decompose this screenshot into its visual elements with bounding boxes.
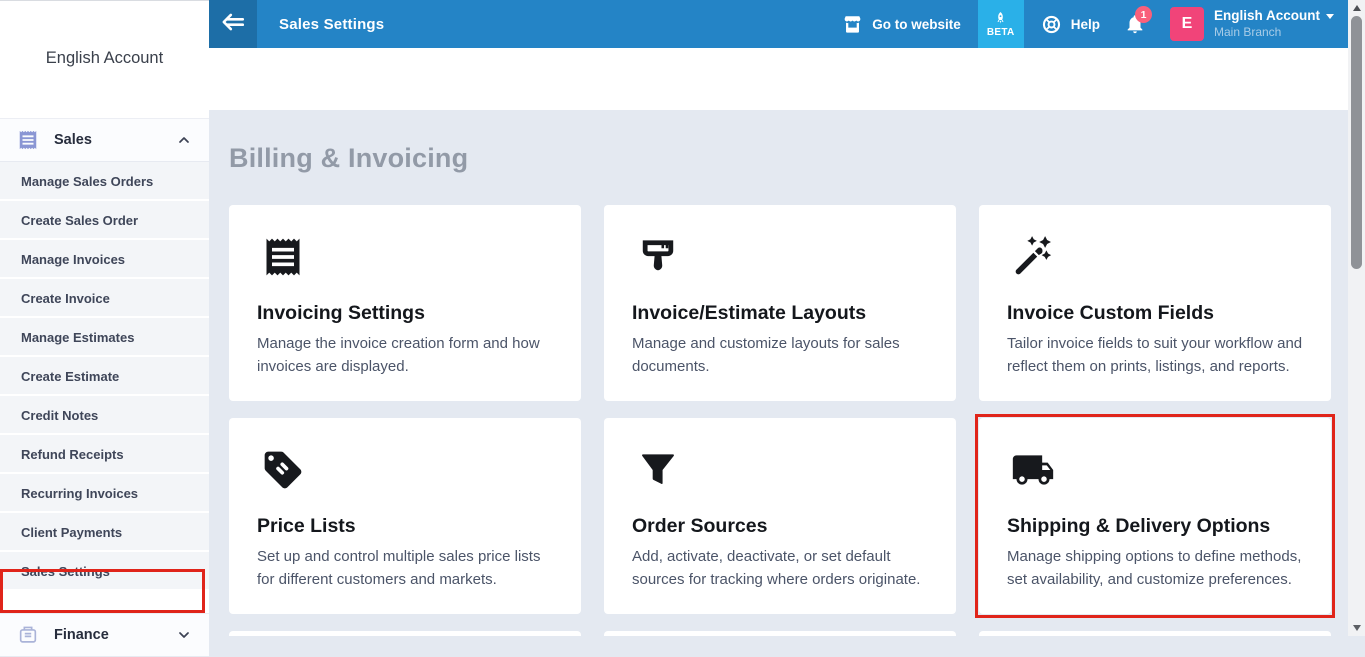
notification-badge: 1 <box>1135 6 1152 23</box>
card-title: Shipping & Delivery Options <box>1007 514 1303 538</box>
card-invoice-custom-fields[interactable]: Invoice Custom Fields Tailor invoice fie… <box>979 205 1331 401</box>
account-name: English Account <box>1214 8 1320 25</box>
scroll-up-button[interactable] <box>1348 0 1365 15</box>
card-invoicing-settings[interactable]: Invoicing Settings Manage the invoice cr… <box>229 205 581 401</box>
lifebuoy-icon <box>1041 14 1062 35</box>
branch-name: Main Branch <box>1214 25 1334 40</box>
card-description: Add, activate, deactivate, or set defaul… <box>632 546 928 591</box>
paint-brush-icon <box>636 235 680 279</box>
card-description: Tailor invoice fields to suit your workf… <box>1007 333 1303 378</box>
sidebar-item-client-payments[interactable]: Client Payments <box>0 513 209 552</box>
sidebar-item-create-invoice[interactable]: Create Invoice <box>0 279 209 318</box>
card-description: Manage and customize layouts for sales d… <box>632 333 928 378</box>
sidebar-section-sales[interactable]: Sales <box>0 118 209 162</box>
sidebar-item-manage-invoices[interactable]: Manage Invoices <box>0 240 209 279</box>
storefront-icon <box>842 14 863 35</box>
chevron-up-icon <box>176 132 192 148</box>
help-label: Help <box>1071 17 1100 32</box>
card-order-sources[interactable]: Order Sources Add, activate, deactivate,… <box>604 418 956 614</box>
receipt-icon <box>17 129 39 151</box>
card-title: Invoice/Estimate Layouts <box>632 301 928 325</box>
billing-invoicing-title: Billing & Invoicing <box>229 110 1331 174</box>
help-button[interactable]: Help <box>1041 14 1100 35</box>
page-title: Sales Settings <box>279 16 384 33</box>
card-shipping-delivery-options[interactable]: Shipping & Delivery Options Manage shipp… <box>979 418 1331 614</box>
collapse-arrow-icon <box>220 9 246 40</box>
sidebar-item-manage-estimates[interactable]: Manage Estimates <box>0 318 209 357</box>
partial-card[interactable] <box>229 631 581 636</box>
magic-wand-icon <box>1011 235 1055 279</box>
triangle-up-icon <box>1353 5 1361 11</box>
sidebar-item-credit-notes[interactable]: Credit Notes <box>0 396 209 435</box>
sidebar-item-recurring-invoices[interactable]: Recurring Invoices <box>0 474 209 513</box>
beta-button[interactable]: BETA <box>978 0 1024 48</box>
card-title: Price Lists <box>257 514 553 538</box>
triangle-down-icon <box>1353 625 1361 631</box>
go-to-website-button[interactable]: Go to website <box>842 14 961 35</box>
topbar: Sales Settings Go to website BETA Help 1 <box>209 0 1348 48</box>
go-to-website-label: Go to website <box>872 17 961 32</box>
cards-grid: Invoicing Settings Manage the invoice cr… <box>229 205 1331 636</box>
card-description: Manage the invoice creation form and how… <box>257 333 553 378</box>
sidebar-account-name: English Account <box>0 1 209 68</box>
sidebar-item-create-sales-order[interactable]: Create Sales Order <box>0 201 209 240</box>
scroll-down-button[interactable] <box>1348 620 1365 635</box>
partial-card[interactable] <box>604 631 956 636</box>
scrollbar[interactable] <box>1348 0 1365 636</box>
settings-content: Billing & Invoicing Invoicing Settings M… <box>209 110 1348 636</box>
receipt-icon <box>261 235 305 279</box>
sidebar-item-refund-receipts[interactable]: Refund Receipts <box>0 435 209 474</box>
account-menu[interactable]: English Account Main Branch <box>1214 8 1334 40</box>
rocket-icon <box>993 11 1008 26</box>
card-price-lists[interactable]: Price Lists Set up and control multiple … <box>229 418 581 614</box>
collapse-sidebar-button[interactable] <box>209 0 257 48</box>
card-description: Manage shipping options to define method… <box>1007 546 1303 591</box>
beta-label: BETA <box>987 27 1015 38</box>
sidebar-section-finance-label: Finance <box>54 627 109 643</box>
card-title: Invoice Custom Fields <box>1007 301 1303 325</box>
sidebar: English Account Sales Manage Sales Order… <box>0 0 209 636</box>
main-content: Billing & Invoicing Invoicing Settings M… <box>209 48 1348 636</box>
cash-register-icon <box>17 624 39 646</box>
chevron-down-icon <box>176 627 192 643</box>
topbar-right: Go to website BETA Help 1 E English Acco… <box>842 0 1334 48</box>
user-avatar[interactable]: E <box>1170 7 1204 41</box>
sidebar-item-sales-settings[interactable]: Sales Settings <box>0 552 209 591</box>
sidebar-menu: Manage Sales Orders Create Sales Order M… <box>0 162 209 591</box>
truck-icon <box>1011 448 1055 492</box>
card-invoice-estimate-layouts[interactable]: Invoice/Estimate Layouts Manage and cust… <box>604 205 956 401</box>
sidebar-section-sales-label: Sales <box>54 132 92 148</box>
card-title: Invoicing Settings <box>257 301 553 325</box>
caret-down-icon <box>1326 14 1334 19</box>
sidebar-item-create-estimate[interactable]: Create Estimate <box>0 357 209 396</box>
notifications-button[interactable]: 1 <box>1124 13 1146 35</box>
card-description: Set up and control multiple sales price … <box>257 546 553 591</box>
sidebar-section-finance[interactable]: Finance <box>0 613 209 657</box>
card-title: Order Sources <box>632 514 928 538</box>
scroll-thumb[interactable] <box>1351 16 1362 269</box>
funnel-icon <box>636 448 680 492</box>
sidebar-item-manage-sales-orders[interactable]: Manage Sales Orders <box>0 162 209 201</box>
price-tag-icon <box>261 448 305 492</box>
header-sub-strip <box>209 48 1348 110</box>
partial-card[interactable] <box>979 631 1331 636</box>
